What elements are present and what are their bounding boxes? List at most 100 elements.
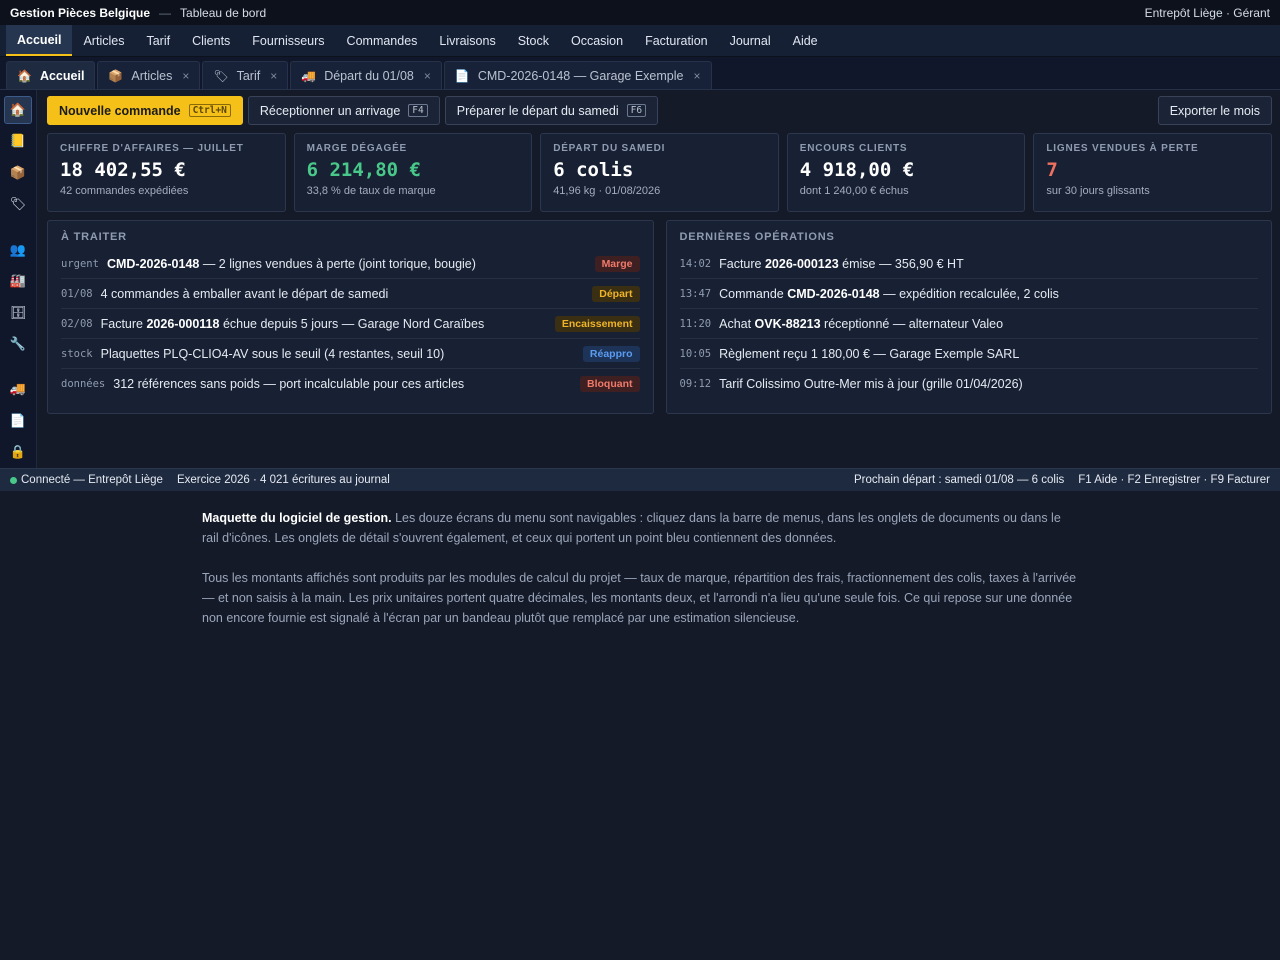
cabinet-icon[interactable]: 🗄 <box>4 299 32 327</box>
close-icon[interactable]: × <box>424 69 431 83</box>
prepare-departure-button[interactable]: Préparer le départ du samedi F6 <box>444 96 659 125</box>
todo-item[interactable]: 02/08 Facture 2026-000118 échue depuis 5 … <box>61 309 640 339</box>
truck-icon[interactable]: 🚚 <box>4 376 32 404</box>
operation-description: — expédition recalculée, 2 colis <box>879 286 1059 301</box>
todo-description: — 2 lignes vendues à perte (joint toriqu… <box>199 256 476 271</box>
export-month-label: Exporter le mois <box>1169 103 1260 118</box>
kpi-card: DÉPART DU SAMEDI 6 colis 41,96 kg · 01/08/… <box>540 133 779 212</box>
operation-prefix: Achat <box>719 316 755 331</box>
menu-item-fournisseurs[interactable]: Fournisseurs <box>241 25 335 56</box>
lock-icon[interactable]: 🔒 <box>4 439 32 467</box>
menu-item-occasion[interactable]: Occasion <box>560 25 634 56</box>
status-badge: Réappro <box>582 345 640 362</box>
tab-icon: 📦 <box>108 68 124 83</box>
menu-item-aide[interactable]: Aide <box>782 25 829 56</box>
kpi-label: MARGE DÉGAGÉE <box>306 143 408 154</box>
document-icon[interactable]: 📄 <box>4 407 32 435</box>
operation-item[interactable]: 09:12 Tarif Colissimo Outre-Mer mis à jou… <box>680 369 1259 399</box>
operation-text: Facture 2026-000123 émise — 356,90 € HT <box>719 257 964 271</box>
tab-icon: 🏠 <box>17 68 32 83</box>
menu-item-tarif[interactable]: Tarif <box>135 25 181 56</box>
kpi-card: ENCOURS CLIENTS 4 918,00 € dont 1 240,00 €… <box>786 133 1026 212</box>
factory-icon[interactable]: 🏭 <box>4 267 32 295</box>
kpi-card: LIGNES VENDUES À PERTE 7 sur 30 jours glis… <box>1033 133 1272 212</box>
close-icon[interactable]: × <box>693 69 700 83</box>
todo-tag: urgent <box>61 257 99 270</box>
connection-status-dot <box>10 476 17 484</box>
operation-item[interactable]: 11:20 Achat OVK-88213 réceptionné — alter… <box>679 309 1258 339</box>
operation-time: 11:20 <box>679 317 712 330</box>
operation-time: 09:12 <box>679 378 712 390</box>
receive-arrival-button[interactable]: Réceptionner un arrivage F4 <box>247 96 440 125</box>
todo-text: Facture 2026-000118 échue depuis 5 jours… <box>101 317 485 331</box>
users-icon[interactable]: 👥 <box>4 236 32 264</box>
action-bar: Nouvelle commande Ctrl+N Réceptionner un… <box>47 96 1272 125</box>
package-icon[interactable]: 📦 <box>4 159 32 187</box>
status-badge: Départ <box>592 285 640 302</box>
tab-icon: 🚚 <box>301 68 317 83</box>
menu-item-commandes[interactable]: Commandes <box>336 25 429 56</box>
tab-accueil[interactable]: 🏠 Accueil <box>6 61 96 89</box>
tab-articles[interactable]: 📦 Articles × <box>97 61 201 89</box>
close-icon[interactable]: × <box>270 69 277 83</box>
operation-reference: OVK-88213 <box>754 316 821 331</box>
icon-rail: 🏠 📒 📦 🏷 👥 🏭 🗄 🔧 🚚 📄 🔒 <box>0 90 37 468</box>
menu-item-articles[interactable]: Articles <box>72 25 135 56</box>
menu-item-facturation[interactable]: Facturation <box>634 25 719 56</box>
operation-text: Tarif Colissimo Outre-Mer mis à jour (gr… <box>719 377 1023 391</box>
kpi-value: 18 402,55 € <box>60 159 186 181</box>
menu-item-clients[interactable]: Clients <box>181 25 241 56</box>
kpi-subtext: 33,8 % de taux de marque <box>306 185 436 197</box>
kpi-value: 4 918,00 € <box>799 159 915 181</box>
tab-label: Accueil <box>39 68 85 83</box>
operation-time: 13:47 <box>679 287 712 300</box>
menu-item-stock[interactable]: Stock <box>507 25 560 56</box>
kpi-value: 7 <box>1046 159 1058 181</box>
dashboard-content: Nouvelle commande Ctrl+N Réceptionner un… <box>37 90 1280 468</box>
user-location[interactable]: Entrepôt Liège · Gérant <box>1145 6 1270 20</box>
todo-text-prefix: Facture <box>100 316 147 331</box>
operation-time: 10:05 <box>679 347 712 360</box>
operation-text: Règlement reçu 1 180,00 € — Garage Exemp… <box>719 347 1019 361</box>
ledger-icon[interactable]: 📒 <box>4 128 32 156</box>
main-area: 🏠 📒 📦 🏷 👥 🏭 🗄 🔧 🚚 📄 🔒 Nouvelle commande Ctrl+N Réc… <box>0 90 1280 468</box>
connection-status: Connecté — Entrepôt Liège <box>21 474 163 486</box>
note-heading: Maquette du logiciel de gestion. <box>202 511 392 525</box>
todo-description: Plaquettes PLQ-CLIO4-AV sous le seuil (4… <box>100 346 445 361</box>
operation-reference: CMD-2026-0148 <box>787 286 880 301</box>
next-departure: Prochain départ : samedi 01/08 — 6 colis <box>853 474 1065 486</box>
tab-tarif[interactable]: 🏷 Tarif × <box>202 61 289 89</box>
menu-item-journal[interactable]: Journal <box>719 25 782 56</box>
exercise-info: Exercice 2026 · 4 021 écritures au journ… <box>176 474 390 486</box>
menu-item-accueil[interactable]: Accueil <box>6 25 73 56</box>
operations-title: DERNIÈRES OPÉRATIONS <box>679 231 835 243</box>
new-order-button[interactable]: Nouvelle commande Ctrl+N <box>47 96 243 125</box>
kpi-subtext: 41,96 kg · 01/08/2026 <box>553 185 661 197</box>
home-icon[interactable]: 🏠 <box>4 96 32 124</box>
operation-item[interactable]: 13:47 Commande CMD-2026-0148 — expédition… <box>679 279 1258 309</box>
kpi-card: CHIFFRE D'AFFAIRES — JUILLET 18 402,55 € 4… <box>47 133 286 212</box>
tab-cmd-2026-0148-garage-exemple[interactable]: 📄 CMD-2026-0148 — Garage Exemple × <box>443 61 712 89</box>
kpi-subtext: dont 1 240,00 € échus <box>799 185 909 197</box>
todo-item[interactable]: 01/08 4 commandes à emballer avant le dép… <box>61 279 640 309</box>
status-badge: Marge <box>594 255 640 272</box>
tab-icon: 📄 <box>454 68 470 83</box>
menu-item-livraisons[interactable]: Livraisons <box>428 25 506 56</box>
operation-item[interactable]: 14:02 Facture 2026-000123 émise — 356,90 … <box>679 249 1258 279</box>
close-icon[interactable]: × <box>182 69 189 83</box>
tab-depart-du-01-08[interactable]: 🚚 Départ du 01/08 × <box>290 61 442 89</box>
kpi-value: 6 colis <box>553 159 634 181</box>
todo-item[interactable]: données 312 références sans poids — port … <box>61 369 640 399</box>
document-tabs: 🏠 Accueil 📦 Articles × 🏷 Tarif × 🚚 Départ du 01/0… <box>0 57 1280 90</box>
operation-prefix: Facture <box>719 256 765 271</box>
wrench-icon[interactable]: 🔧 <box>4 330 32 358</box>
todo-description: échue depuis 5 jours — Garage Nord Caraï… <box>219 316 485 331</box>
todo-tag: 01/08 <box>61 287 93 300</box>
price-tag-icon[interactable]: 🏷 <box>4 191 32 219</box>
status-bar: Connecté — Entrepôt Liège Exercice 2026 … <box>0 468 1280 491</box>
todo-item[interactable]: stock Plaquettes PLQ-CLIO4-AV sous le seu… <box>61 339 640 369</box>
operation-description: Règlement reçu 1 180,00 € — Garage Exemp… <box>719 346 1020 361</box>
todo-item[interactable]: urgent CMD-2026-0148 — 2 lignes vendues à… <box>61 249 640 279</box>
export-month-button[interactable]: Exporter le mois <box>1157 96 1272 125</box>
operation-item[interactable]: 10:05 Règlement reçu 1 180,00 € — Garage … <box>679 339 1258 369</box>
